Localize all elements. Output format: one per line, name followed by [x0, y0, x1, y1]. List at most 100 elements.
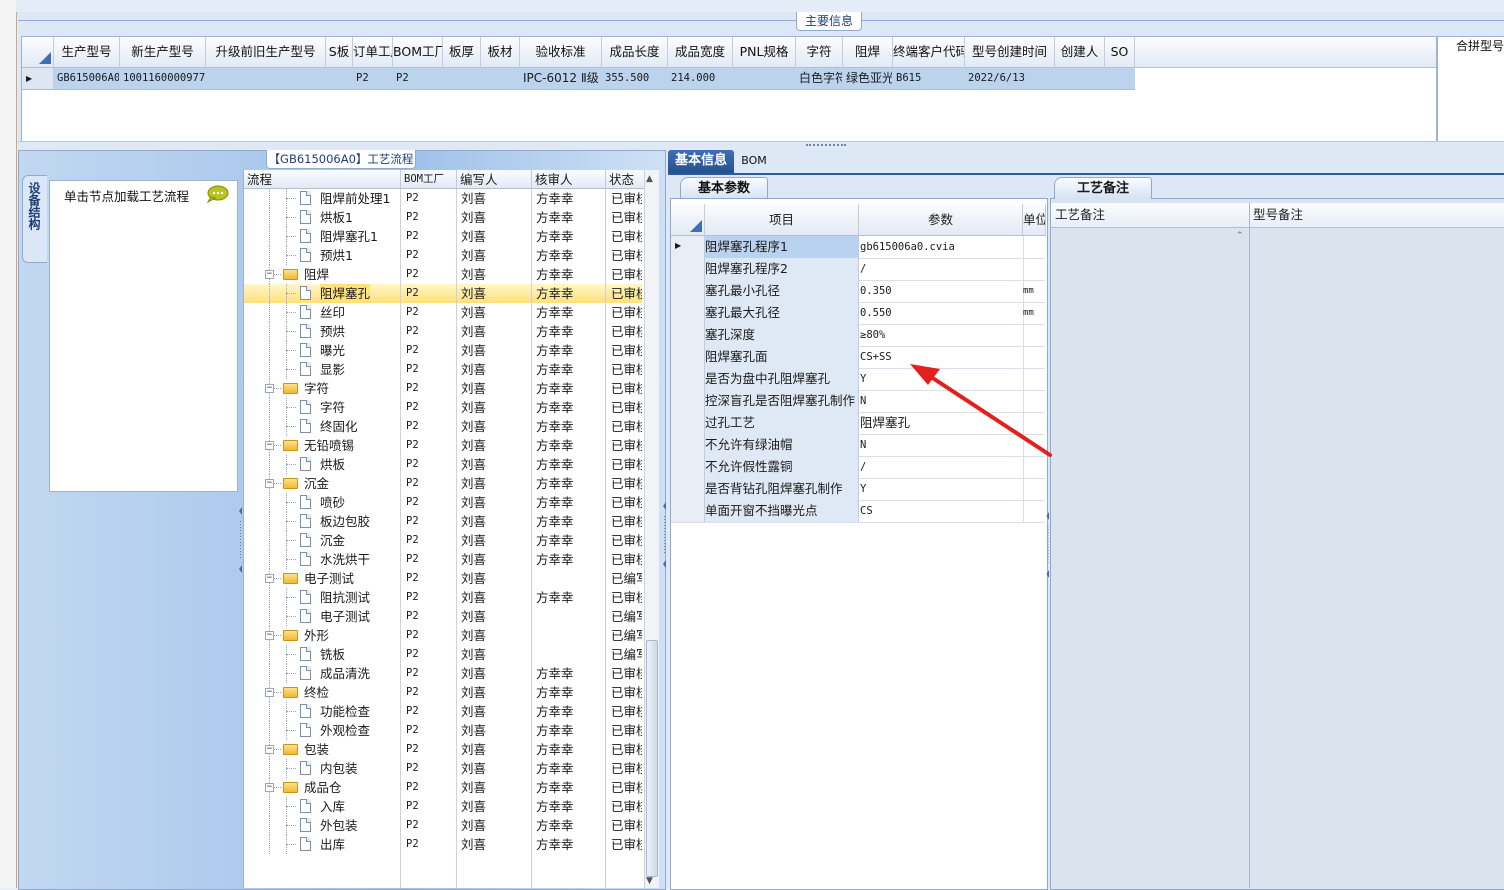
tree-folder-row[interactable]: − 阻焊 P2 刘喜 方幸幸 已审核	[244, 265, 642, 284]
param-row[interactable]: 塞孔最小孔径 0.350 mm	[671, 280, 1045, 303]
tree-node-row[interactable]: 外观检查 P2 刘喜 方幸幸 已审核	[244, 721, 642, 740]
main-grid-cell[interactable]	[446, 68, 480, 89]
param-row-indicator[interactable]	[671, 302, 705, 324]
tree-node-row[interactable]: 丝印 P2 刘喜 方幸幸 已审核	[244, 303, 642, 322]
tab-basic-params[interactable]: 基本参数	[680, 177, 768, 199]
collapse-toggle-icon[interactable]: −	[265, 479, 274, 488]
tree-folder-row[interactable]: − 成品仓 P2 刘喜 方幸幸 已审核	[244, 778, 642, 797]
tree-folder-row[interactable]: − 电子测试 P2 刘喜 已编写	[244, 569, 642, 588]
tree-node-row[interactable]: 外包装 P2 刘喜 方幸幸 已审核	[244, 816, 642, 835]
main-grid-header[interactable]: 成品宽度	[668, 37, 733, 68]
scroll-down-icon[interactable]: ▼	[646, 876, 653, 886]
collapse-toggle-icon[interactable]: −	[265, 441, 274, 450]
main-grid-header[interactable]: 板材	[481, 37, 520, 68]
main-grid-cell[interactable]: 2022/6/13	[968, 68, 1054, 89]
main-grid-cell[interactable]: B615	[896, 68, 964, 89]
main-grid-header[interactable]: 字符	[796, 37, 843, 68]
param-row[interactable]: ▶ 阻焊塞孔程序1 gb615006a0.cvia	[671, 236, 1045, 259]
main-grid-header[interactable]: 生产型号	[54, 37, 120, 68]
tree-header[interactable]: 流程	[244, 170, 401, 189]
param-value[interactable]: ≥80%	[859, 324, 1024, 346]
tree-node-row[interactable]: 成品清洗 P2 刘喜 方幸幸 已审核	[244, 664, 642, 683]
row-indicator[interactable]: ▶	[22, 68, 54, 89]
collapse-toggle-icon[interactable]: −	[265, 783, 274, 792]
tree-node-row[interactable]: 水洗烘干 P2 刘喜 方幸幸 已审核	[244, 550, 642, 569]
process-tree-grid[interactable]: 流程BOM工厂编写人核审人状态 阻焊前处理1P2刘喜方幸幸已审核烘板1P2刘喜方…	[243, 170, 646, 888]
tree-node-row[interactable]: 沉金 P2 刘喜 方幸幸 已审核	[244, 531, 642, 550]
tree-folder-row[interactable]: − 终检 P2 刘喜 方幸幸 已审核	[244, 683, 642, 702]
tree-folder-row[interactable]: − 外形 P2 刘喜 已编写	[244, 626, 642, 645]
param-row-indicator[interactable]	[671, 456, 705, 478]
main-grid-header[interactable]: 创建人	[1055, 37, 1105, 68]
tree-header[interactable]: 编写人	[457, 170, 532, 189]
main-grid-header[interactable]: 阻焊	[843, 37, 893, 68]
param-value[interactable]: /	[859, 258, 1024, 280]
collapse-grip-icon[interactable]	[662, 500, 667, 570]
main-grid-header[interactable]: 板厚	[443, 37, 481, 68]
collapse-toggle-icon[interactable]: −	[265, 574, 274, 583]
scroll-up-icon[interactable]: ▲	[646, 174, 653, 184]
collapse-toggle-icon[interactable]: −	[265, 745, 274, 754]
param-row[interactable]: 塞孔深度 ≥80%	[671, 324, 1045, 347]
tree-node-row[interactable]: 阻焊塞孔1 P2 刘喜 方幸幸 已审核	[244, 227, 642, 246]
tree-header[interactable]: 状态	[606, 170, 646, 189]
tab-basic-info[interactable]: 基本信息	[668, 150, 734, 174]
tree-node-row[interactable]: 烘板1 P2 刘喜 方幸幸 已审核	[244, 208, 642, 227]
tree-node-row[interactable]: 烘板 P2 刘喜 方幸幸 已审核	[244, 455, 642, 474]
main-grid-cell[interactable]: P2	[356, 68, 392, 89]
collapse-toggle-icon[interactable]: −	[265, 270, 274, 279]
tree-node-row[interactable]: 字符 P2 刘喜 方幸幸 已审核	[244, 398, 642, 417]
tree-scrollbar-thumb[interactable]	[646, 640, 658, 877]
main-grid-cell[interactable]: 绿色亚光	[846, 68, 892, 89]
tree-node-row[interactable]: 阻抗测试 P2 刘喜 方幸幸 已审核	[244, 588, 642, 607]
tree-node-row[interactable]: 阻焊前处理1 P2 刘喜 方幸幸 已审核	[244, 189, 642, 208]
model-remark-textarea[interactable]	[1250, 228, 1504, 888]
tree-node-row[interactable]: 显影 P2 刘喜 方幸幸 已审核	[244, 360, 642, 379]
main-grid-cell[interactable]	[329, 68, 352, 89]
main-grid-header[interactable]: SO	[1105, 37, 1135, 68]
tree-node-row[interactable]: 铣板 P2 刘喜 已编写	[244, 645, 642, 664]
tree-folder-row[interactable]: − 无铅喷锡 P2 刘喜 方幸幸 已审核	[244, 436, 642, 455]
bp-header-item[interactable]: 项目	[705, 204, 859, 236]
tab-process-remarks[interactable]: 工艺备注	[1054, 177, 1152, 199]
tree-folder-row[interactable]: − 字符 P2 刘喜 方幸幸 已审核	[244, 379, 642, 398]
main-grid-cell[interactable]: GB615006A0	[57, 68, 119, 89]
tree-node-row[interactable]: 电子测试 P2 刘喜 已编写	[244, 607, 642, 626]
param-row[interactable]: 是否背钻孔阻焊塞孔制作 Y	[671, 478, 1045, 501]
scroll-up-icon[interactable]: ⌃	[1236, 231, 1246, 241]
tree-node-row[interactable]: 功能检查 P2 刘喜 方幸幸 已审核	[244, 702, 642, 721]
tree-folder-row[interactable]: − 沉金 P2 刘喜 方幸幸 已审核	[244, 474, 642, 493]
tree-node-row[interactable]: 入库 P2 刘喜 方幸幸 已审核	[244, 797, 642, 816]
tree-node-row[interactable]: 阻焊塞孔 P2 刘喜 方幸幸 已审核	[244, 284, 642, 303]
tab-bom[interactable]: BOM	[736, 150, 772, 172]
main-grid-header[interactable]: 终端客户代码	[893, 37, 965, 68]
param-row-indicator[interactable]	[671, 368, 705, 390]
process-remark-textarea[interactable]	[1051, 228, 1249, 888]
main-grid-header[interactable]: 新生产型号	[120, 37, 206, 68]
main-grid-header[interactable]: 成品长度	[602, 37, 668, 68]
collapse-toggle-icon[interactable]: −	[265, 688, 274, 697]
param-row[interactable]: 塞孔最大孔径 0.550 mm	[671, 302, 1045, 325]
param-value[interactable]: gb615006a0.cvia	[859, 236, 1024, 258]
param-value[interactable]: 0.550	[859, 302, 1024, 324]
bp-header-param[interactable]: 参数	[859, 204, 1023, 236]
main-grid-header[interactable]: PNL规格	[733, 37, 796, 68]
bp-header-unit[interactable]: 单位	[1023, 204, 1046, 236]
main-grid-cell[interactable]: 白色字符	[799, 68, 842, 89]
main-grid-header[interactable]: 订单工厂	[353, 37, 393, 68]
main-grid-cell[interactable]	[484, 68, 519, 89]
node-hint-box[interactable]	[49, 180, 238, 492]
tree-node-row[interactable]: 板边包胶 P2 刘喜 方幸幸 已审核	[244, 512, 642, 531]
param-row-indicator[interactable]	[671, 346, 705, 368]
main-grid-cell[interactable]	[209, 68, 325, 89]
tree-node-row[interactable]: 曝光 P2 刘喜 方幸幸 已审核	[244, 341, 642, 360]
tree-header[interactable]: BOM工厂	[401, 170, 457, 189]
param-value[interactable]: 0.350	[859, 280, 1024, 302]
main-grid-header[interactable]: 升级前旧生产型号	[206, 37, 326, 68]
param-row-indicator[interactable]: ▶	[671, 236, 705, 258]
param-row-indicator[interactable]	[671, 434, 705, 456]
main-info-row-selected[interactable]: ▶ GB615006A0 10011600009773 P2 P2 IPC-6012 Ⅱ级…	[22, 68, 1135, 90]
collapse-toggle-icon[interactable]: −	[265, 631, 274, 640]
main-grid-cell[interactable]	[1058, 68, 1104, 89]
main-grid-cell[interactable]: 214.000	[671, 68, 732, 89]
